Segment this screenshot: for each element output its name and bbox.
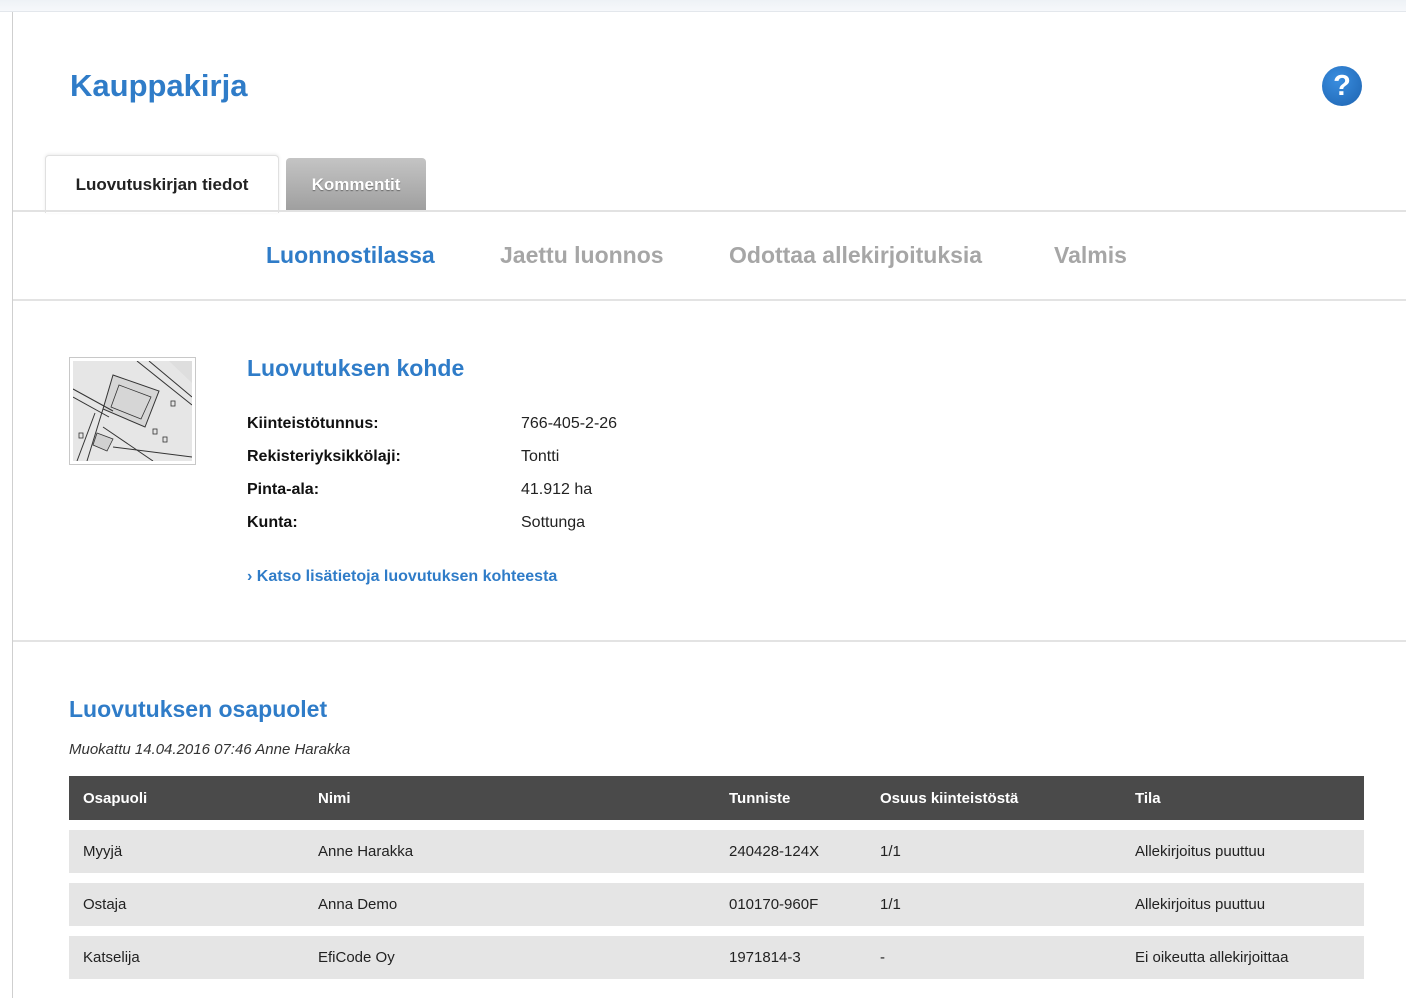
cell-nimi: Anna Demo [318,896,398,913]
cell-tila: Allekirjoitus puuttuu [1135,843,1266,860]
step-luonnostilassa: Luonnostilassa [266,242,435,268]
property-row-kiinteistotunnus: Kiinteistötunnus: 766-405-2-26 [247,415,617,439]
cell-tunniste: 240428-124X [729,843,820,860]
step-valmis: Valmis [1054,242,1127,268]
property-row-kunta: Kunta: Sottunga [247,514,585,538]
cell-osuus: 1/1 [880,843,901,860]
table-header: Osapuoli Nimi Tunniste Osuus kiinteistös… [69,776,1364,820]
cell-tila: Allekirjoitus puuttuu [1135,896,1266,913]
cell-tila: Ei oikeutta allekirjoittaa [1135,949,1289,966]
cell-osuus: - [880,949,885,966]
column-header-tila: Tila [1135,789,1161,807]
property-value: 766-405-2-26 [521,415,618,432]
table-row[interactable]: Katselija EfiCode Oy 1971814-3 - Ei oike… [69,936,1364,979]
page-title: Kauppakirja [70,68,248,103]
property-section-title: Luovutuksen kohde [247,355,465,381]
column-header-nimi: Nimi [318,789,351,807]
step-odottaa-allekirjoituksia: Odottaa allekirjoituksia [729,242,983,268]
column-header-osapuoli: Osapuoli [83,789,148,807]
parties-section-title: Luovutuksen osapuolet [69,696,328,722]
status-steps: Luonnostilassa Jaettu luonnos Odottaa al… [13,242,1406,272]
property-more-info-link[interactable]: › Katso lisätietoja luovutuksen kohteest… [247,568,557,586]
parties-table: Osapuoli Nimi Tunniste Osuus kiinteistös… [69,776,1364,979]
column-header-osuus: Osuus kiinteistöstä [880,789,1019,807]
step-jaettu-luonnos: Jaettu luonnos [500,242,664,268]
cell-nimi: Anne Harakka [318,843,414,860]
cell-tunniste: 1971814-3 [729,949,801,966]
property-label: Kiinteistötunnus: [247,415,379,432]
cell-osapuoli: Katselija [83,949,140,966]
table-row[interactable]: Myyjä Anne Harakka 240428-124X 1/1 Allek… [69,830,1364,873]
property-value: Tontti [521,448,560,465]
tab-luovutuskirjan-tiedot[interactable]: Luovutuskirjan tiedot [45,155,279,213]
tab-label: Kommentit [311,175,401,194]
property-label: Pinta-ala: [247,481,320,498]
cell-osuus: 1/1 [880,896,901,913]
property-value: Sottunga [521,514,586,531]
tab-label: Luovutuskirjan tiedot [75,174,249,194]
question-mark-icon[interactable]: ? [1322,66,1362,106]
map-thumbnail-image [73,361,192,461]
property-value: 41.912 ha [521,481,593,498]
cell-nimi: EfiCode Oy [318,949,395,966]
divider [13,299,1406,301]
map-thumbnail[interactable] [69,357,196,465]
modified-info: Muokattu 14.04.2016 07:46 Anne Harakka [69,741,351,758]
background-strip [0,0,1406,12]
tab-kommentit[interactable]: Kommentit [286,158,426,212]
table-row[interactable]: Ostaja Anna Demo 010170-960F 1/1 Allekir… [69,883,1364,926]
cell-osapuoli: Ostaja [83,896,127,913]
property-row-rekisteriyksikkolaji: Rekisteriyksikkölaji: Tontti [247,448,559,472]
cell-osapuoli: Myyjä [83,843,123,860]
divider [13,640,1406,642]
document-panel: Kauppakirja ? Luovutuskirjan tiedot Komm… [12,12,1406,998]
tabs-baseline [13,210,1406,212]
property-label: Kunta: [247,514,298,531]
property-label: Rekisteriyksikkölaji: [247,448,401,465]
property-row-pinta-ala: Pinta-ala: 41.912 ha [247,481,592,505]
column-header-tunniste: Tunniste [729,789,791,807]
cell-tunniste: 010170-960F [729,896,819,913]
